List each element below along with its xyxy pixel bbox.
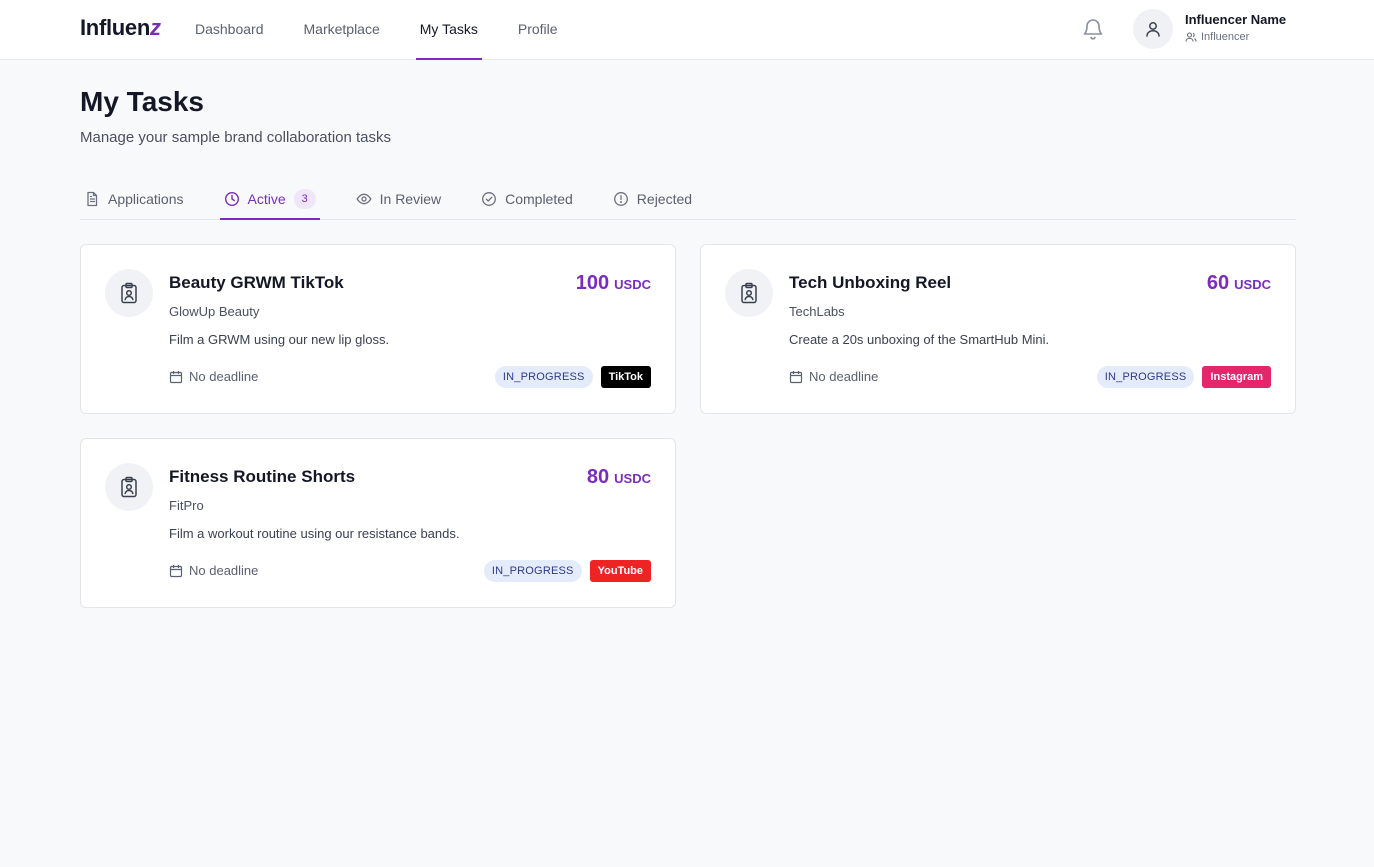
task-title: Tech Unboxing Reel bbox=[789, 273, 952, 292]
deadline-text: No deadline bbox=[809, 369, 879, 384]
task-deadline: No deadline bbox=[169, 369, 258, 384]
main-nav: Dashboard Marketplace My Tasks Profile bbox=[195, 0, 598, 60]
user-name[interactable]: Influencer Name bbox=[1185, 12, 1286, 27]
clipboard-user-icon bbox=[725, 269, 773, 317]
tab-completed[interactable]: Completed bbox=[477, 180, 577, 218]
task-badges: IN_PROGRESS TikTok bbox=[494, 366, 651, 388]
task-title: Fitness Routine Shorts bbox=[169, 467, 356, 486]
task-reward: 100 USDC bbox=[576, 272, 651, 295]
task-description: Create a 20s unboxing of the SmartHub Mi… bbox=[789, 332, 1050, 347]
page-subtitle: Manage your sample brand collaboration t… bbox=[80, 129, 392, 146]
tab-label: Completed bbox=[505, 191, 573, 207]
clipboard-user-icon bbox=[105, 463, 153, 511]
task-brand: FitPro bbox=[169, 498, 204, 513]
users-icon bbox=[1185, 32, 1197, 42]
calendar-icon bbox=[169, 370, 183, 383]
deadline-text: No deadline bbox=[189, 563, 259, 578]
tab-label: Applications bbox=[108, 191, 184, 207]
platform-badge: Instagram bbox=[1202, 366, 1271, 388]
status-badge: IN_PROGRESS bbox=[494, 366, 593, 388]
tab-label: Active bbox=[247, 191, 286, 207]
task-badges: IN_PROGRESS Instagram bbox=[1096, 366, 1271, 388]
reward-currency: USDC bbox=[1234, 277, 1271, 292]
task-badges: IN_PROGRESS YouTube bbox=[483, 560, 651, 582]
check-circle-icon bbox=[482, 192, 497, 206]
nav-item-dashboard[interactable]: Dashboard bbox=[195, 0, 264, 60]
app-logo[interactable]: Influenz bbox=[80, 15, 161, 41]
platform-badge: YouTube bbox=[589, 560, 651, 582]
task-card[interactable]: Fitness Routine Shorts 80 USDC FitPro Fi… bbox=[80, 438, 676, 608]
task-reward: 80 USDC bbox=[587, 466, 651, 489]
tab-count-badge: 3 bbox=[293, 189, 316, 209]
nav-item-profile[interactable]: Profile bbox=[518, 0, 558, 60]
clock-icon bbox=[224, 191, 239, 207]
tab-label: In Review bbox=[379, 191, 442, 207]
reward-amount: 60 bbox=[1206, 272, 1230, 294]
task-brand: TechLabs bbox=[789, 304, 845, 319]
reward-amount: 80 bbox=[586, 466, 610, 488]
file-text-icon bbox=[87, 191, 98, 207]
user-avatar[interactable] bbox=[1133, 9, 1173, 49]
nav-item-my-tasks[interactable]: My Tasks bbox=[415, 0, 482, 60]
clipboard-user-icon bbox=[105, 269, 153, 317]
top-navigation-bar: Influenz Dashboard Marketplace My Tasks … bbox=[0, 0, 1374, 60]
task-deadline: No deadline bbox=[169, 563, 258, 578]
task-reward: 60 USDC bbox=[1207, 272, 1271, 295]
status-badge: IN_PROGRESS bbox=[483, 560, 582, 582]
platform-badge: TikTok bbox=[600, 366, 651, 388]
tab-label: Rejected bbox=[636, 191, 693, 207]
reward-currency: USDC bbox=[614, 277, 651, 292]
page-title: My Tasks bbox=[80, 86, 204, 117]
user-icon bbox=[1146, 22, 1160, 37]
reward-amount: 100 bbox=[575, 272, 610, 294]
nav-item-marketplace[interactable]: Marketplace bbox=[304, 0, 380, 60]
deadline-text: No deadline bbox=[189, 369, 259, 384]
task-status-tabs: Applications Active 3 In Review Complete… bbox=[80, 180, 1296, 220]
tab-in-review[interactable]: In Review bbox=[352, 180, 445, 218]
task-description: Film a GRWM using our new lip gloss. bbox=[169, 332, 390, 347]
tab-applications[interactable]: Applications bbox=[80, 180, 188, 218]
reward-currency: USDC bbox=[614, 471, 651, 486]
tab-rejected[interactable]: Rejected bbox=[609, 180, 696, 218]
tab-active[interactable]: Active 3 bbox=[219, 180, 320, 220]
alert-circle-icon bbox=[613, 192, 628, 206]
status-badge: IN_PROGRESS bbox=[1096, 366, 1195, 388]
bell-icon[interactable] bbox=[1081, 16, 1105, 42]
user-role-label: Influencer bbox=[1201, 31, 1250, 43]
eye-icon bbox=[356, 193, 372, 205]
task-card[interactable]: Beauty GRWM TikTok 100 USDC GlowUp Beaut… bbox=[80, 244, 676, 414]
user-role: Influencer bbox=[1185, 31, 1249, 43]
task-deadline: No deadline bbox=[789, 369, 878, 384]
logo-accent: z bbox=[150, 15, 161, 40]
task-brand: GlowUp Beauty bbox=[169, 304, 260, 319]
calendar-icon bbox=[169, 564, 183, 577]
task-description: Film a workout routine using our resista… bbox=[169, 526, 460, 541]
logo-text: Influen bbox=[80, 15, 151, 40]
task-title: Beauty GRWM TikTok bbox=[169, 273, 344, 292]
calendar-icon bbox=[789, 370, 803, 383]
task-card[interactable]: Tech Unboxing Reel 60 USDC TechLabs Crea… bbox=[700, 244, 1296, 414]
